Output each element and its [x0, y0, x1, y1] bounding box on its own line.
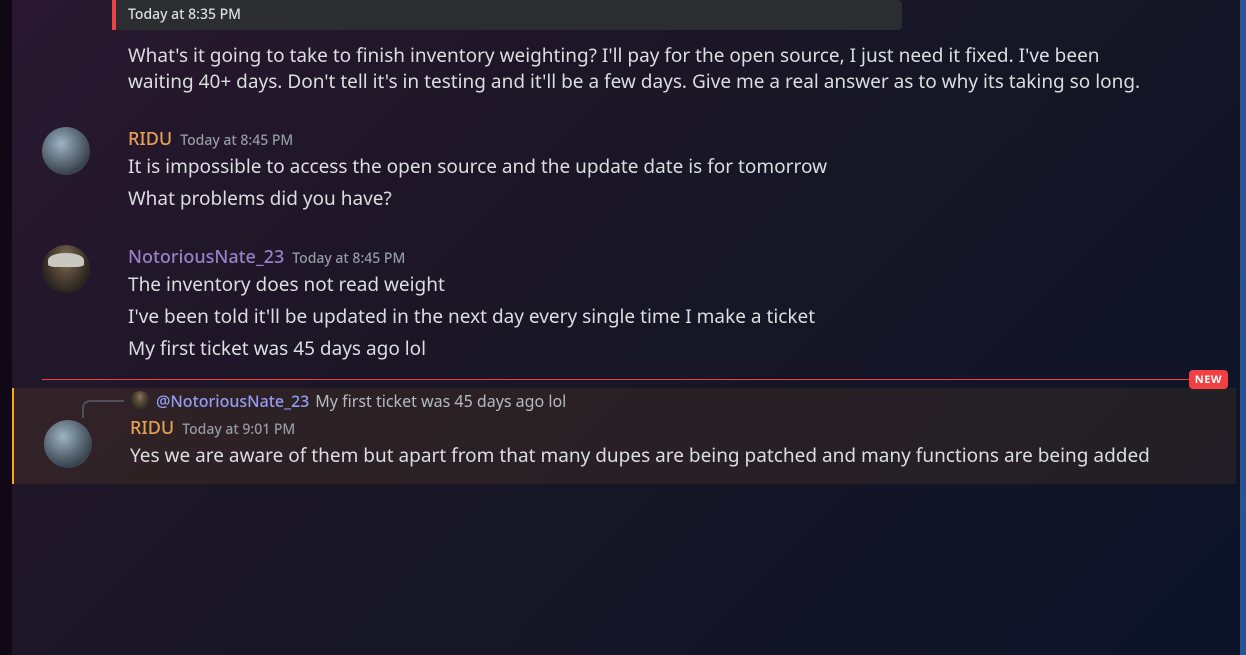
timestamp: Today at 8:45 PM: [292, 249, 405, 268]
new-messages-divider: NEW: [42, 379, 1220, 380]
username[interactable]: RIDU: [130, 416, 174, 440]
message-text: What problems did you have?: [128, 185, 1160, 211]
message-header: RIDU Today at 8:45 PM: [128, 127, 1160, 151]
message-header: RIDU Today at 9:01 PM: [130, 416, 1160, 440]
timestamp: Today at 8:45 PM: [180, 131, 293, 150]
message-text: It is impossible to access the open sour…: [128, 153, 1160, 179]
reply-avatar[interactable]: [130, 391, 150, 411]
username[interactable]: NotoriousNate_23: [128, 245, 284, 269]
new-messages-badge: NEW: [1189, 370, 1228, 389]
message-item[interactable]: RIDU Today at 8:45 PM It is impossible t…: [12, 119, 1236, 219]
left-gutter: [0, 0, 12, 655]
embed-card[interactable]: Today at 8:35 PM: [112, 0, 902, 30]
message-header: NotoriousNate_23 Today at 8:45 PM: [128, 245, 1160, 269]
scrollbar-track[interactable]: [1240, 0, 1246, 655]
message-text: What's it going to take to finish invent…: [128, 42, 1160, 94]
reply-reference[interactable]: @NotoriousNate_23 My first ticket was 45…: [130, 390, 1220, 412]
reply-author-mention[interactable]: @NotoriousNate_23: [156, 390, 309, 412]
message-item[interactable]: What's it going to take to finish invent…: [12, 42, 1236, 102]
messages-list: Today at 8:35 PM What's it going to take…: [0, 0, 1246, 655]
message-text: I've been told it'll be updated in the n…: [128, 303, 1160, 329]
reply-preview-text: My first ticket was 45 days ago lol: [315, 390, 566, 412]
avatar[interactable]: [42, 127, 90, 175]
message-text: My first ticket was 45 days ago lol: [128, 335, 1160, 361]
message-text: The inventory does not read weight: [128, 271, 1160, 297]
username[interactable]: RIDU: [128, 127, 172, 151]
message-text: Yes we are aware of them but apart from …: [130, 442, 1160, 468]
avatar[interactable]: [42, 245, 90, 293]
timestamp: Today at 9:01 PM: [182, 420, 295, 439]
reply-spine-icon: [82, 400, 124, 418]
avatar[interactable]: [44, 420, 92, 468]
message-item[interactable]: NotoriousNate_23 Today at 8:45 PM The in…: [12, 237, 1236, 369]
embed-timestamp: Today at 8:35 PM: [128, 5, 241, 24]
message-item-mentioned[interactable]: @NotoriousNate_23 My first ticket was 45…: [12, 388, 1236, 484]
